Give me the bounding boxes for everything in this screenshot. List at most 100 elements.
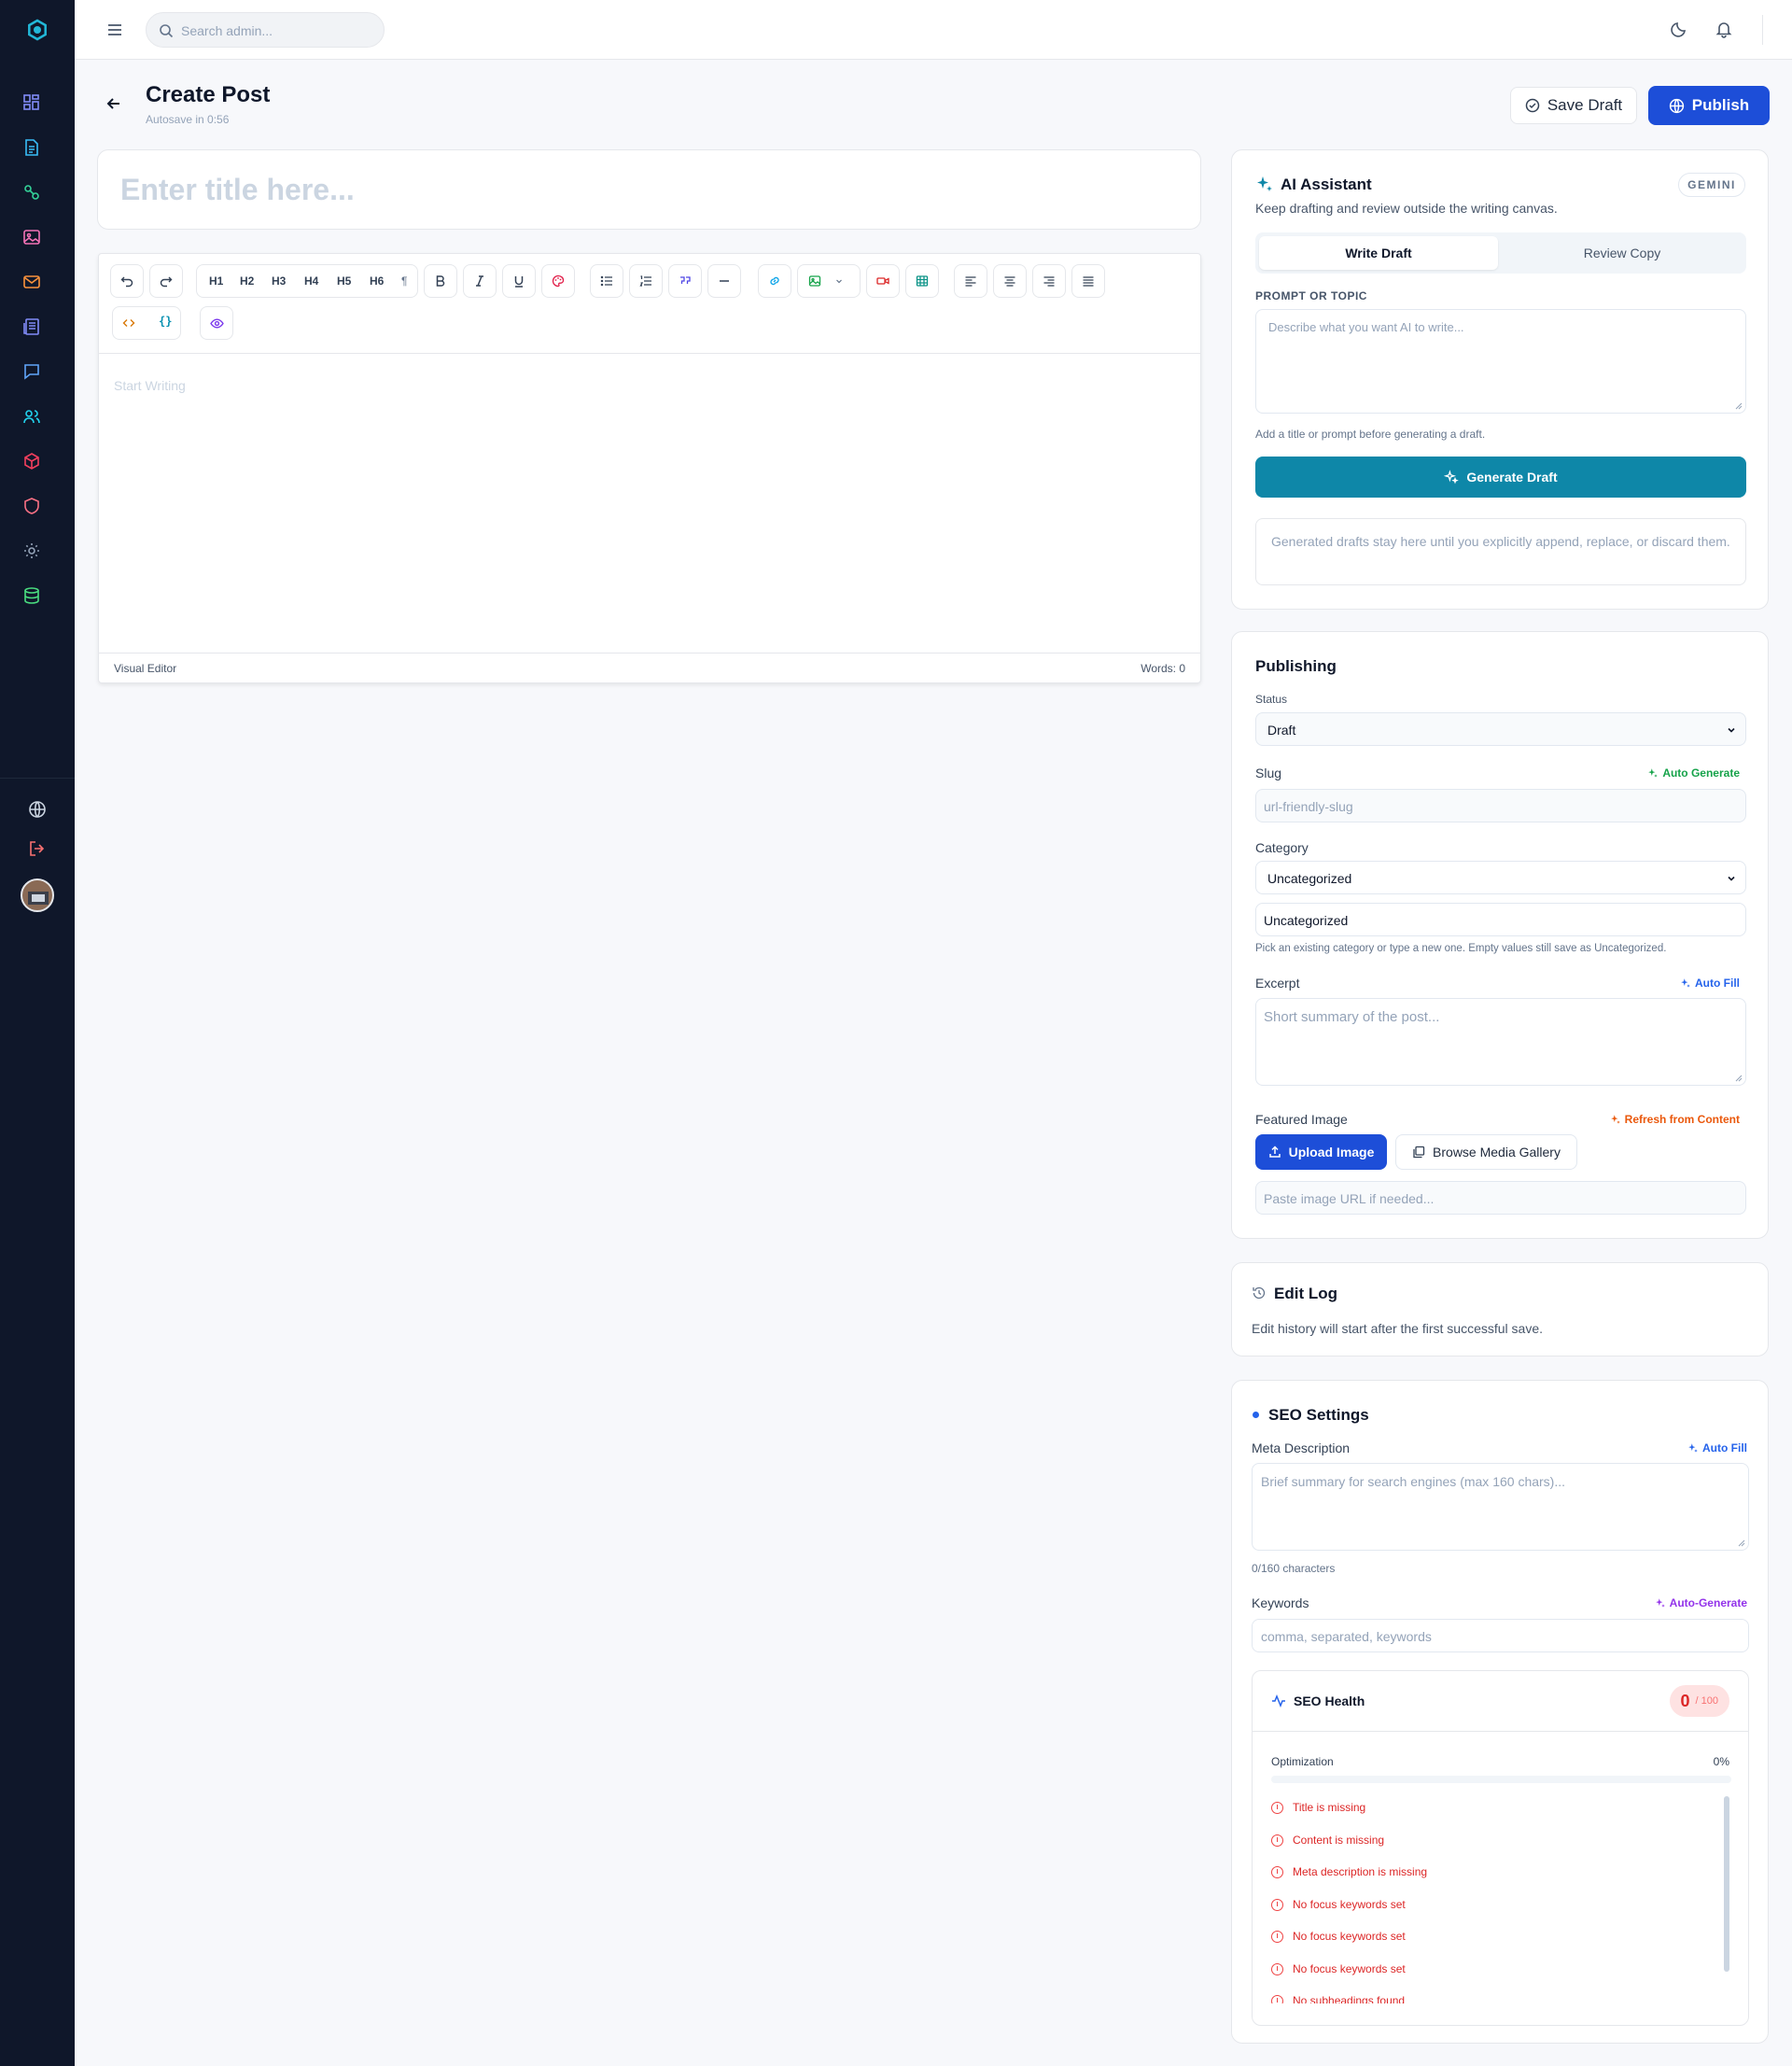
search-input[interactable]: Search admin... [146,12,385,48]
category-select[interactable]: Uncategorized [1255,861,1746,894]
browse-media-label: Browse Media Gallery [1433,1145,1561,1159]
code-inline-button[interactable] [122,316,135,330]
users-icon[interactable] [22,407,41,426]
heading-h3-button[interactable]: H3 [272,274,286,288]
preview-button[interactable] [200,306,233,340]
resize-handle-icon[interactable] [1735,1075,1743,1082]
heading-h6-button[interactable]: H6 [370,274,384,288]
keywords-auto-generate-button[interactable]: Auto-Generate [1655,1596,1747,1609]
logo-icon[interactable] [26,19,49,41]
seo-issue-text: Meta description is missing [1293,1865,1428,1878]
history-icon [1253,1286,1266,1300]
meta-action-label: Auto Fill [1702,1441,1747,1455]
undo-button[interactable] [110,264,144,298]
heading-h1-button[interactable]: H1 [209,274,223,288]
slug-auto-generate-button[interactable]: Auto Generate [1647,766,1740,780]
seo-issue-text: Title is missing [1293,1801,1366,1814]
tab-write-draft[interactable]: Write Draft [1259,236,1498,270]
meta-placeholder: Brief summary for search engines (max 16… [1261,1474,1566,1489]
menu-icon[interactable] [105,21,124,39]
italic-button[interactable] [463,264,497,298]
meta-description-textarea[interactable]: Brief summary for search engines (max 16… [1252,1463,1749,1551]
publish-label: Publish [1691,96,1750,114]
divider-button[interactable] [707,264,741,298]
logout-icon[interactable] [28,839,47,858]
ai-assistant-card: AI Assistant GEMINI Keep drafting and re… [1231,149,1769,610]
link-button[interactable] [758,264,791,298]
blockquote-button[interactable] [668,264,702,298]
gear-icon[interactable] [22,541,41,560]
post-title-input[interactable]: Enter title here... [97,149,1201,230]
activity-icon [1272,1694,1285,1708]
alert-circle-icon [1271,1962,1283,1975]
video-button[interactable] [866,264,900,298]
heading-h5-button[interactable]: H5 [337,274,351,288]
comments-icon[interactable] [22,362,41,381]
editor-body-placeholder[interactable]: Start Writing [114,378,186,393]
bold-button[interactable] [424,264,457,298]
alert-circle-icon [1271,1834,1283,1847]
browse-media-button[interactable]: Browse Media Gallery [1395,1134,1577,1170]
align-right-button[interactable] [1032,264,1066,298]
excerpt-action-label: Auto Fill [1695,977,1740,990]
chevron-down-icon [1728,876,1735,881]
optimization-value: 0% [1713,1755,1729,1768]
back-arrow-icon[interactable] [105,94,123,113]
prompt-hint: Add a title or prompt before generating … [1255,428,1486,441]
posts-icon[interactable] [22,138,41,157]
sparkles-icon [1444,470,1460,485]
autosave-status: Autosave in 0:56 [146,113,230,126]
seo-score-badge: 0 / 100 [1669,1685,1729,1717]
save-draft-button[interactable]: Save Draft [1510,87,1637,124]
justify-button[interactable] [1071,264,1105,298]
seo-health-divider [1253,1731,1748,1732]
code-block-button[interactable]: {} [159,315,172,328]
resize-handle-icon[interactable] [1735,402,1743,410]
quote-icon [680,276,691,284]
meta-auto-fill-button[interactable]: Auto Fill [1687,1441,1747,1455]
issues-scrollbar[interactable] [1724,1796,1729,1972]
ai-tabs: Write Draft Review Copy [1255,232,1746,274]
newspaper-icon[interactable] [22,317,41,336]
moon-icon[interactable] [1670,20,1688,38]
heading-h2-button[interactable]: H2 [240,274,254,288]
category-input[interactable]: Uncategorized [1255,903,1746,936]
tab-review-copy[interactable]: Review Copy [1502,236,1743,270]
status-select[interactable]: Draft [1255,712,1746,746]
align-left-button[interactable] [954,264,987,298]
generate-draft-button[interactable]: Generate Draft [1255,457,1746,498]
excerpt-textarea[interactable]: Short summary of the post... [1255,998,1746,1086]
bullet-list-button[interactable] [590,264,623,298]
ordered-list-button[interactable] [629,264,663,298]
resize-handle-icon[interactable] [1738,1539,1745,1547]
pages-icon[interactable] [22,183,41,202]
avatar[interactable] [21,878,54,912]
media-icon[interactable] [22,228,41,246]
database-icon[interactable] [22,586,41,605]
prompt-textarea[interactable]: Describe what you want AI to write... [1255,309,1746,414]
globe-icon[interactable] [28,800,47,819]
package-icon[interactable] [22,452,41,471]
shield-icon[interactable] [22,497,41,515]
table-button[interactable] [905,264,939,298]
keywords-input[interactable]: comma, separated, keywords [1252,1619,1749,1652]
slug-input[interactable]: url-friendly-slug [1255,789,1746,822]
globe-icon [1669,98,1684,113]
redo-button[interactable] [149,264,183,298]
publish-button[interactable]: Publish [1648,86,1770,125]
align-center-button[interactable] [993,264,1027,298]
image-button[interactable] [797,264,861,298]
mail-icon[interactable] [22,273,41,291]
bell-icon[interactable] [1715,20,1733,38]
video-icon [876,277,889,285]
image-url-input[interactable]: Paste image URL if needed... [1255,1181,1746,1215]
excerpt-auto-fill-button[interactable]: Auto Fill [1680,977,1740,990]
upload-image-button[interactable]: Upload Image [1255,1134,1387,1170]
paragraph-button[interactable]: ¶ [401,274,407,288]
underline-button[interactable] [502,264,536,298]
heading-h4-button[interactable]: H4 [304,274,318,288]
publishing-card: Publishing Status Draft Slug Auto Genera… [1231,631,1769,1239]
refresh-from-content-button[interactable]: Refresh from Content [1610,1113,1740,1126]
text-color-button[interactable] [541,264,575,298]
dashboard-icon[interactable] [22,93,41,112]
